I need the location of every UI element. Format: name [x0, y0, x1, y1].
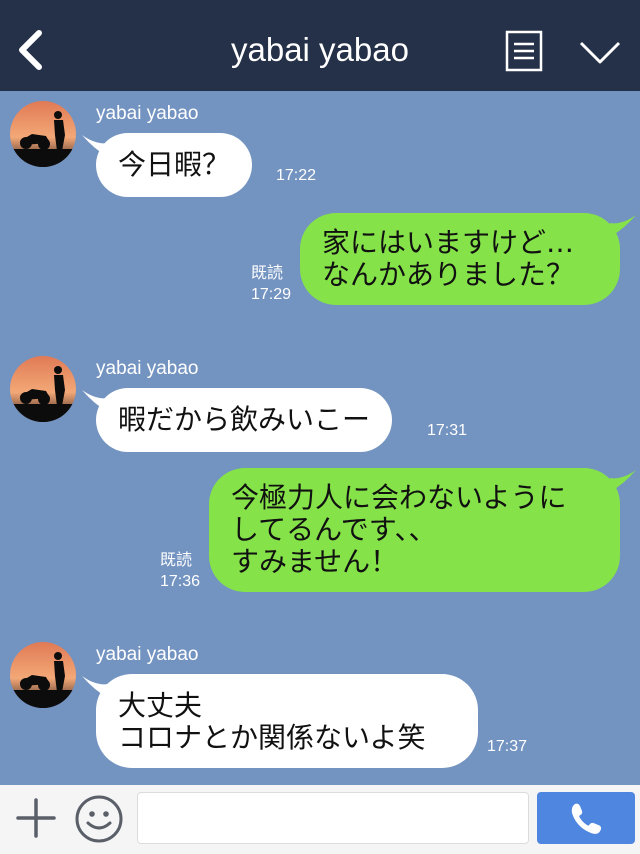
bubble-tail [610, 215, 636, 237]
bubble-tail [610, 470, 636, 492]
avatar[interactable] [10, 101, 76, 167]
plus-icon[interactable] [14, 796, 58, 840]
sender-name: yabai yabao [96, 103, 199, 124]
chat-area[interactable]: yabai yabao 今日暇？ 17:22 既読 17:29 家にはいますけど… [0, 91, 640, 785]
phone-icon [571, 803, 602, 834]
message-time: 17:22 [276, 167, 317, 184]
message-bubble-incoming[interactable]: 暇だから飲みいこー [96, 388, 393, 452]
message-bubble-incoming[interactable]: 今日暇？ [96, 133, 253, 197]
avatar[interactable] [10, 356, 76, 422]
sender-name: yabai yabao [96, 358, 199, 379]
message-time: 17:36 [160, 573, 201, 590]
message-time: 17:37 [487, 738, 528, 755]
chat-title: yabai yabao [231, 31, 409, 68]
message-bubble-outgoing[interactable]: 今極力人に会わないように してるんです、、 すみません！ [209, 468, 620, 592]
message-bubble-incoming[interactable]: 大丈夫 コロナとか関係ないよ笑 [96, 674, 478, 768]
chat-header: yabai yabao [0, 0, 640, 91]
call-button[interactable] [537, 792, 635, 844]
sender-name: yabai yabao [96, 644, 199, 665]
read-receipt: 既読 [251, 265, 284, 282]
message-input[interactable] [137, 792, 529, 844]
message-bubble-outgoing[interactable]: 家にはいますけど… なんかありました？ [300, 213, 620, 305]
message-time: 17:29 [251, 286, 292, 303]
memo-icon[interactable] [505, 30, 543, 72]
avatar[interactable] [10, 642, 76, 708]
read-receipt: 既読 [160, 552, 193, 569]
chevron-down-icon[interactable] [578, 38, 622, 66]
smiley-icon[interactable] [74, 794, 124, 844]
message-time: 17:31 [427, 422, 468, 439]
